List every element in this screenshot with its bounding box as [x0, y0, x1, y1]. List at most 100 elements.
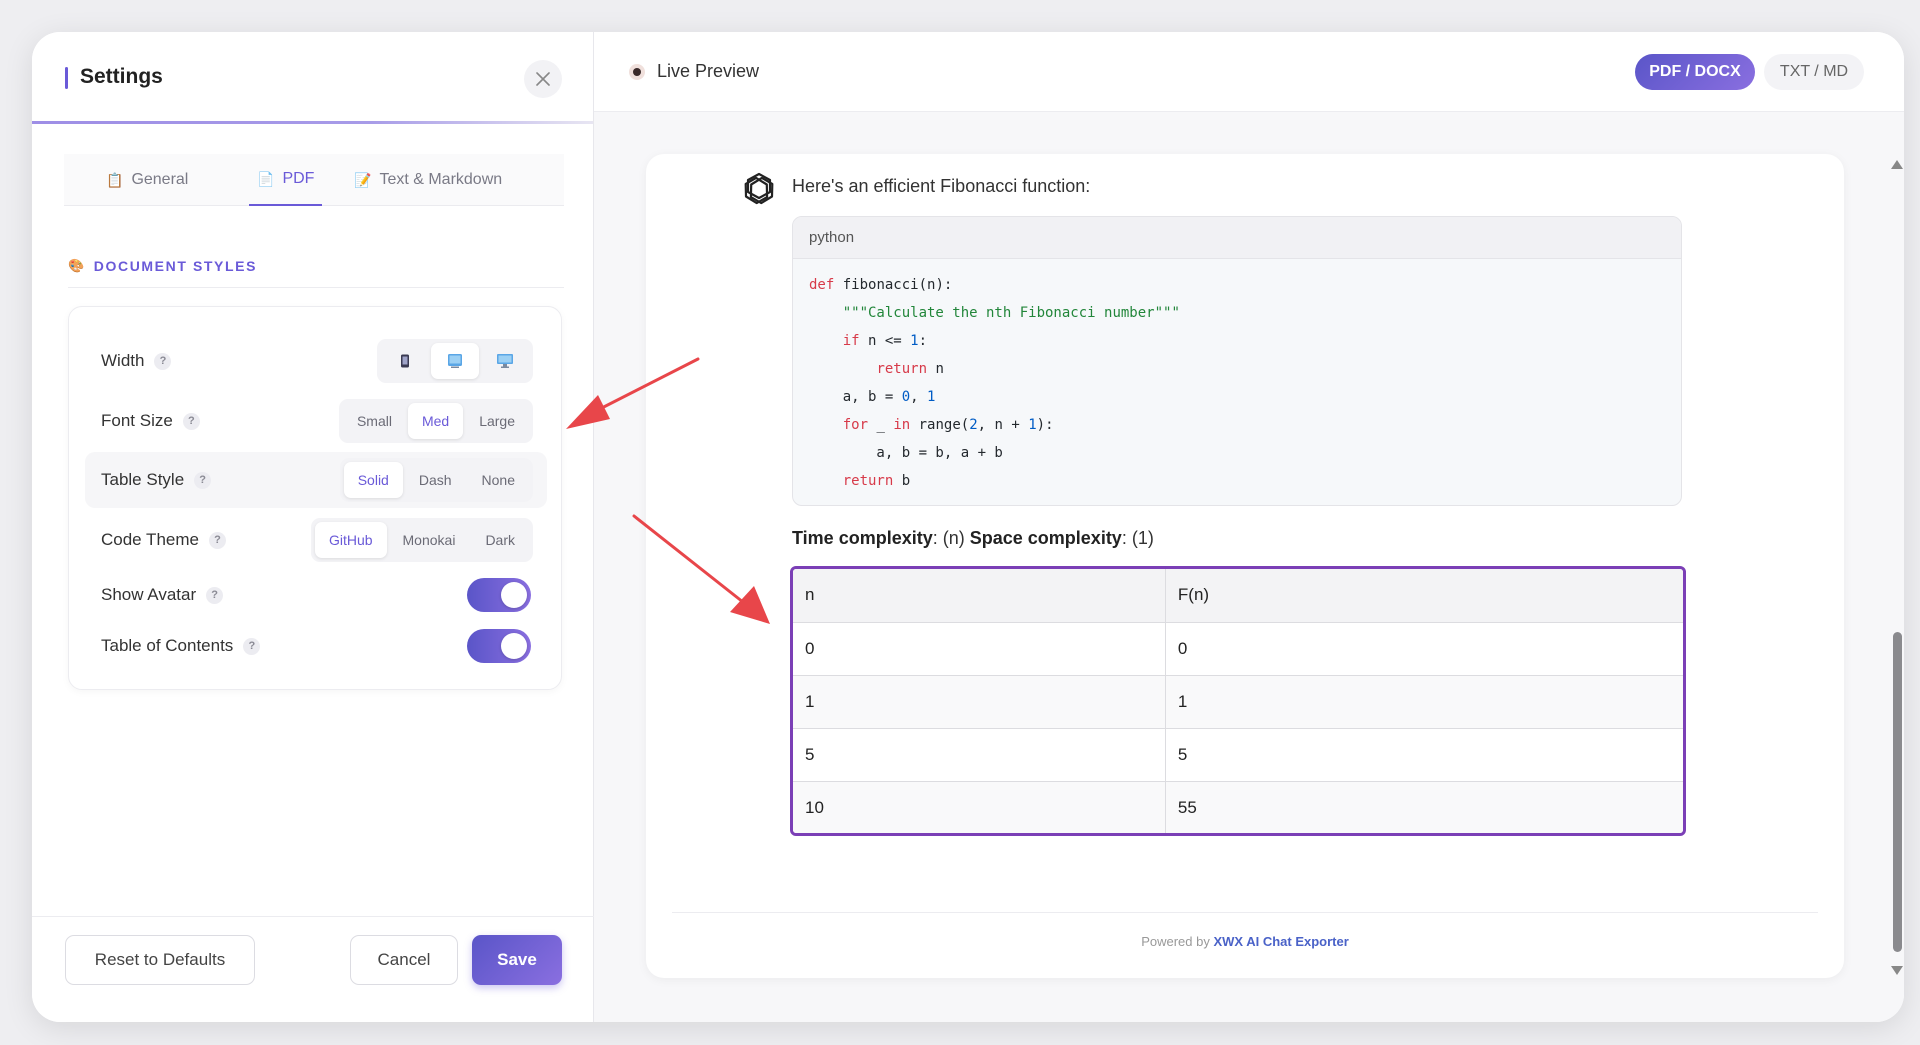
desktop-icon — [497, 354, 513, 368]
help-icon[interactable]: ? — [182, 412, 200, 430]
clipboard-icon: 📋 — [106, 171, 124, 188]
code-theme-row: Code Theme ? GitHub Monokai Dark — [69, 512, 563, 568]
toc-toggle[interactable] — [467, 629, 531, 663]
document-preview: Here's an efficient Fibonacci function: … — [646, 154, 1844, 978]
palette-icon: 🎨 — [68, 258, 86, 273]
help-icon[interactable]: ? — [208, 531, 226, 549]
toggle-knob — [501, 633, 527, 659]
phone-icon — [401, 354, 409, 368]
width-label: Width — [101, 351, 145, 370]
message-intro: Here's an efficient Fibonacci function: — [792, 176, 1091, 196]
preview-panel: Live Preview PDF / DOCX TXT / MD Here's … — [594, 32, 1904, 1022]
table-style-label-group: Table Style ? — [101, 470, 212, 490]
memo-icon: 📝 — [354, 171, 372, 188]
footer-divider — [672, 912, 1818, 913]
table-row: 10 55 — [793, 781, 1683, 833]
tablet-icon — [448, 354, 462, 368]
tab-general[interactable]: 📋 General — [106, 154, 188, 206]
width-option-tablet[interactable] — [431, 343, 479, 379]
show-avatar-label-group: Show Avatar ? — [101, 585, 224, 605]
table-cell: 0 — [793, 622, 1166, 676]
table-row: 1 1 — [793, 675, 1683, 729]
brand-link[interactable]: XWX AI Chat Exporter — [1213, 934, 1348, 949]
fibonacci-table: n F(n) 0 0 1 1 5 5 10 55 — [790, 566, 1686, 836]
table-style-none[interactable]: None — [468, 462, 529, 498]
style-options-card: Width ? Font Size ? Small Med Large Tabl… — [68, 306, 562, 690]
table-cell: 10 — [793, 781, 1166, 833]
reset-defaults-button[interactable]: Reset to Defaults — [65, 935, 255, 985]
table-row: 0 0 — [793, 622, 1683, 676]
document-styles-heading: 🎨 DOCUMENT STYLES — [68, 258, 257, 274]
tab-pdf-label: PDF — [282, 170, 315, 187]
scroll-down-arrow-icon[interactable] — [1891, 966, 1903, 975]
code-theme-monokai[interactable]: Monokai — [389, 522, 470, 558]
code-theme-dark[interactable]: Dark — [471, 522, 529, 558]
save-button[interactable]: Save — [472, 935, 562, 985]
tab-text-markdown[interactable]: 📝 Text & Markdown — [354, 154, 502, 206]
table-cell: 55 — [1164, 781, 1683, 833]
font-size-label: Font Size — [101, 411, 173, 430]
code-language-label: python — [793, 217, 1681, 259]
show-avatar-toggle[interactable] — [467, 578, 531, 612]
font-size-med[interactable]: Med — [407, 403, 464, 439]
width-option-phone[interactable] — [381, 343, 429, 379]
help-icon[interactable]: ? — [243, 637, 261, 655]
tab-pdf[interactable]: 📄 PDF — [249, 154, 323, 206]
format-pdf-docx-button[interactable]: PDF / DOCX — [1635, 54, 1755, 90]
font-size-large[interactable]: Large — [465, 403, 529, 439]
complexity-text: Time complexity: (n) Space complexity: (… — [792, 528, 1154, 549]
show-avatar-label: Show Avatar — [101, 585, 197, 604]
font-size-small[interactable]: Small — [343, 403, 406, 439]
table-style-row: Table Style ? Solid Dash None — [85, 452, 547, 508]
title-accent-bar — [65, 67, 68, 89]
width-label-group: Width ? — [101, 351, 172, 371]
fibonacci-table-grid: n F(n) 0 0 1 1 5 5 10 55 — [793, 569, 1683, 833]
time-complexity-value: : (n) — [932, 528, 970, 548]
eye-icon — [629, 63, 645, 80]
table-style-solid[interactable]: Solid — [343, 462, 403, 498]
settings-tabs: 📋 General 📄 PDF 📝 Text & Markdown — [64, 154, 564, 206]
font-size-selector: Small Med Large — [338, 399, 533, 443]
help-icon[interactable]: ? — [206, 586, 224, 604]
settings-panel: Settings 📋 General 📄 PDF 📝 Text & Markdo… — [32, 32, 594, 1022]
scroll-up-arrow-icon[interactable] — [1891, 160, 1903, 169]
cancel-button[interactable]: Cancel — [350, 935, 458, 985]
code-theme-label-group: Code Theme ? — [101, 530, 226, 550]
close-button[interactable] — [524, 60, 562, 98]
code-content: def fibonacci(n): """Calculate the nth F… — [809, 277, 1180, 489]
preview-title: Live Preview — [657, 61, 760, 81]
preview-header: Live Preview PDF / DOCX TXT / MD — [594, 32, 1904, 112]
width-option-desktop[interactable] — [481, 343, 529, 379]
time-complexity-label: Time complexity — [792, 528, 933, 548]
close-icon — [536, 72, 550, 86]
toc-label-group: Table of Contents ? — [101, 636, 261, 656]
settings-header: Settings — [32, 32, 593, 124]
tab-text-markdown-label: Text & Markdown — [379, 171, 503, 188]
toc-row: Table of Contents ? — [69, 618, 563, 674]
code-theme-github[interactable]: GitHub — [314, 522, 387, 558]
code-theme-label: Code Theme — [101, 530, 199, 549]
table-style-dash[interactable]: Dash — [405, 462, 466, 498]
space-complexity-value: : (1) — [1121, 528, 1154, 548]
help-icon[interactable]: ? — [154, 352, 172, 370]
app-window: Settings 📋 General 📄 PDF 📝 Text & Markdo… — [32, 32, 1904, 1022]
section-title-text: DOCUMENT STYLES — [93, 258, 258, 274]
table-style-label: Table Style — [101, 470, 185, 489]
code-theme-selector: GitHub Monokai Dark — [310, 518, 533, 562]
assistant-avatar-icon — [744, 172, 774, 205]
powered-prefix: Powered by — [1141, 934, 1214, 949]
settings-title: Settings — [80, 65, 163, 88]
scrollbar-thumb[interactable] — [1893, 632, 1902, 952]
help-icon[interactable]: ? — [194, 471, 212, 489]
format-txt-md-button[interactable]: TXT / MD — [1764, 54, 1864, 90]
table-row: 5 5 — [793, 728, 1683, 782]
code-block: python def fibonacci(n): """Calculate th… — [792, 216, 1682, 506]
tab-general-label: General — [131, 171, 189, 188]
toc-label: Table of Contents — [101, 636, 234, 655]
table-cell: 1 — [793, 675, 1166, 729]
font-size-row: Font Size ? Small Med Large — [69, 393, 563, 449]
width-selector — [377, 339, 533, 383]
preview-title-group: Live Preview — [629, 61, 759, 82]
show-avatar-row: Show Avatar ? — [69, 567, 563, 623]
section-divider — [68, 287, 564, 288]
